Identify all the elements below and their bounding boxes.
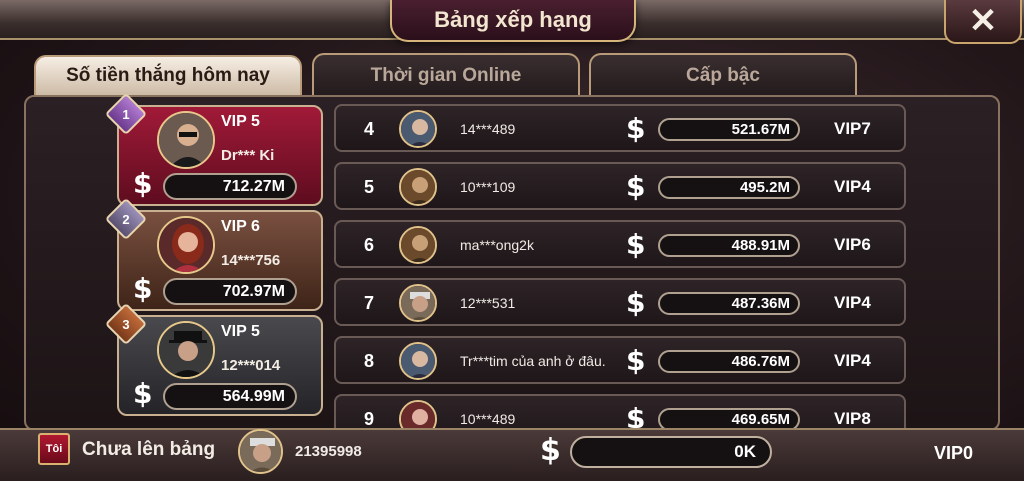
dollar-icon: $ [133,377,153,410]
close-icon: ✕ [968,2,998,40]
ranking-row[interactable]: 4 14***489 $ 521.67M VIP7 [334,104,906,152]
rank-number: 5 [363,177,374,197]
rank-number: 6 [363,235,374,255]
vip-level: VIP 5 [221,113,260,130]
winnings-amount: 486.76M [658,350,800,373]
my-winnings-amount: 0K [570,436,772,468]
player-name: 10***489 [460,411,516,427]
player-name: ma***ong2k [460,237,534,253]
rank-number: 7 [363,293,374,313]
my-avatar[interactable] [238,429,283,474]
ranking-row[interactable]: 6 ma***ong2k $ 488.91M VIP6 [334,220,906,268]
ranking-row[interactable]: 8 Tr***tim của anh ở đâu. $ 486.76M VIP4 [334,336,906,384]
winnings-amount: 564.99M [163,383,297,410]
winnings-amount: 487.36M [658,292,800,315]
leaderboard-screen: Bảng xếp hạng ✕ Số tiền thắng hôm nay Th… [0,0,1024,481]
dollar-icon: $ [133,272,153,305]
dollar-icon: $ [540,433,561,468]
winnings-amount: 521.67M [658,118,800,141]
avatar [399,400,437,428]
avatar [399,284,437,322]
player-name: 12***014 [221,357,281,374]
player-name: 12***531 [460,295,516,311]
dollar-icon: $ [626,228,646,261]
player-name: 10***109 [460,179,516,195]
dollar-icon: $ [626,112,646,145]
winnings-amount: 488.91M [658,234,800,257]
winnings-amount: 702.97M [163,278,297,305]
tab-today-winnings[interactable]: Số tiền thắng hôm nay [34,55,302,95]
avatar [399,226,437,264]
vip-level: VIP 6 [221,218,260,235]
player-name: Tr***tim của anh ở đâu. [460,353,606,369]
winnings-amount: 495.2M [658,176,800,199]
player-name: 14***756 [221,252,281,269]
dollar-icon: $ [626,170,646,203]
avatar [157,111,215,169]
winnings-amount: 469.65M [658,408,800,428]
my-rank-status: Chưa lên bảng [82,439,216,460]
vip-level: VIP4 [834,177,871,196]
ranking-list[interactable]: 4 14***489 $ 521.67M VIP7 5 10***109 $ 4… [334,104,906,428]
close-button[interactable]: ✕ [944,0,1022,44]
vip-level: VIP4 [834,351,871,370]
avatar [157,216,215,274]
rank-number: 8 [363,351,374,371]
tab-level[interactable]: Cấp bậc [589,53,857,97]
avatar [399,110,437,148]
top-card-2[interactable]: 2 VIP 6 14***756 $ 702.97M [104,197,323,311]
dollar-icon: $ [133,167,153,200]
dollar-icon: $ [626,286,646,319]
ranking-row[interactable]: 9 10***489 $ 469.65M VIP8 [334,394,906,428]
my-vip-level: VIP0 [934,443,974,463]
top-card-3[interactable]: 3 VIP 5 12***014 $ 564.99M [104,302,323,416]
winnings-amount: 712.27M [163,173,297,200]
rank-number: 9 [363,409,374,428]
rank-number: 4 [363,119,374,139]
ranking-row[interactable]: 5 10***109 $ 495.2M VIP4 [334,162,906,210]
vip-level: VIP7 [834,119,871,138]
vip-level: VIP6 [834,235,871,254]
avatar [399,342,437,380]
me-badge: Tôi [38,433,70,465]
title-plate: Bảng xếp hạng [390,0,636,42]
player-name: 14***489 [460,121,516,137]
top-card-1[interactable]: 1 VIP 5 Dr*** Ki $ 712.27M [104,92,323,206]
tab-online-time[interactable]: Thời gian Online [312,53,580,97]
dollar-icon: $ [626,402,646,428]
vip-level: VIP 5 [221,323,260,340]
ranking-row[interactable]: 7 12***531 $ 487.36M VIP4 [334,278,906,326]
page-title: Bảng xếp hạng [434,7,592,32]
avatar [157,321,215,379]
my-player-id: 21395998 [295,443,362,460]
avatar [399,168,437,206]
vip-level: VIP4 [834,293,871,312]
vip-level: VIP8 [834,409,871,428]
dollar-icon: $ [626,344,646,377]
player-name: Dr*** Ki [221,147,275,164]
